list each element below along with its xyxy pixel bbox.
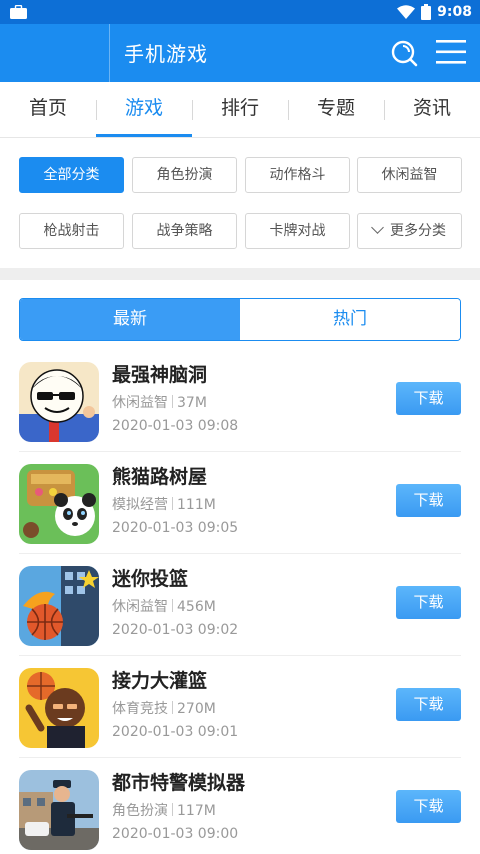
battery-icon <box>421 4 432 20</box>
game-name: 接力大灌篮 <box>112 670 208 692</box>
meta-separator <box>172 701 173 714</box>
search-icon[interactable] <box>390 39 418 67</box>
game-name: 最强神脑洞 <box>112 364 208 386</box>
app-header: 手机游戏 <box>0 24 480 82</box>
game-meta: 模拟经营 111M <box>112 494 216 514</box>
category-rpg[interactable]: 角色扮演 <box>132 157 237 193</box>
game-category: 体育竞技 <box>112 701 168 717</box>
tab-home[interactable]: 首页 <box>0 82 96 138</box>
game-size: 117M <box>177 803 216 819</box>
segment-latest[interactable]: 最新 <box>20 299 240 340</box>
tab-news[interactable]: 资讯 <box>384 82 480 138</box>
meta-separator <box>172 497 173 510</box>
game-meta: 休闲益智 37M <box>112 392 207 412</box>
download-button[interactable]: 下载 <box>396 688 461 721</box>
game-category: 模拟经营 <box>112 497 168 513</box>
game-meta: 休闲益智 456M <box>112 596 216 616</box>
category-more-label: 更多分类 <box>390 223 446 239</box>
category-all[interactable]: 全部分类 <box>19 157 124 193</box>
game-icon-dunk-player <box>19 668 99 748</box>
section-divider <box>0 268 480 280</box>
game-date: 2020-01-03 09:01 <box>112 724 239 740</box>
game-category: 休闲益智 <box>112 395 168 411</box>
game-list-item[interactable]: 都市特警模拟器 角色扮演 117M 2020-01-03 09:00 下载 <box>0 758 480 854</box>
game-icon-police-officer <box>19 770 99 850</box>
game-size: 456M <box>177 599 216 615</box>
download-button[interactable]: 下载 <box>396 790 461 823</box>
tab-ranking[interactable]: 排行 <box>192 82 288 138</box>
game-category: 休闲益智 <box>112 599 168 615</box>
download-button[interactable]: 下载 <box>396 382 461 415</box>
game-list-item[interactable]: 接力大灌篮 体育竞技 270M 2020-01-03 09:01 下载 <box>0 656 480 758</box>
game-size: 37M <box>177 395 207 411</box>
game-name: 迷你投篮 <box>112 568 189 590</box>
chevron-down-icon <box>371 221 384 234</box>
tab-games[interactable]: 游戏 <box>96 82 192 138</box>
game-date: 2020-01-03 09:08 <box>112 418 239 434</box>
briefcase-icon <box>10 5 27 19</box>
game-category: 角色扮演 <box>112 803 168 819</box>
status-bar: 9:08 <box>0 0 480 24</box>
download-button[interactable]: 下载 <box>396 484 461 517</box>
game-icon-panda <box>19 464 99 544</box>
meta-separator <box>172 803 173 816</box>
tab-topics[interactable]: 专题 <box>288 82 384 138</box>
sort-segmented-control: 最新 热门 <box>19 298 461 341</box>
segment-hot[interactable]: 热门 <box>240 299 460 340</box>
meta-separator <box>172 395 173 408</box>
category-puzzle[interactable]: 休闲益智 <box>357 157 462 193</box>
category-strategy[interactable]: 战争策略 <box>132 213 237 249</box>
game-date: 2020-01-03 09:02 <box>112 622 239 638</box>
game-date: 2020-01-03 09:00 <box>112 826 239 842</box>
active-tab-indicator <box>96 134 192 137</box>
game-name: 熊猫路树屋 <box>112 466 208 488</box>
wifi-icon <box>397 5 416 19</box>
category-more[interactable]: 更多分类 <box>357 213 462 249</box>
category-action[interactable]: 动作格斗 <box>245 157 350 193</box>
game-meta: 体育竞技 270M <box>112 698 216 718</box>
game-list-item[interactable]: 迷你投篮 休闲益智 456M 2020-01-03 09:02 下载 <box>0 554 480 656</box>
header-divider <box>109 24 110 82</box>
top-nav: 首页 游戏 排行 专题 资讯 <box>0 82 480 138</box>
game-meta: 角色扮演 117M <box>112 800 216 820</box>
game-icon-meme-face <box>19 362 99 442</box>
status-time: 9:08 <box>437 4 472 20</box>
game-size: 270M <box>177 701 216 717</box>
category-shooter[interactable]: 枪战射击 <box>19 213 124 249</box>
game-icon-basketball-fire <box>19 566 99 646</box>
menu-icon[interactable] <box>436 38 466 66</box>
meta-separator <box>172 599 173 612</box>
category-card[interactable]: 卡牌对战 <box>245 213 350 249</box>
page-title: 手机游戏 <box>124 42 208 66</box>
game-list-item[interactable]: 熊猫路树屋 模拟经营 111M 2020-01-03 09:05 下载 <box>0 452 480 554</box>
game-date: 2020-01-03 09:05 <box>112 520 239 536</box>
game-size: 111M <box>177 497 216 513</box>
download-button[interactable]: 下载 <box>396 586 461 619</box>
game-name: 都市特警模拟器 <box>112 772 246 794</box>
game-list-item[interactable]: 最强神脑洞 休闲益智 37M 2020-01-03 09:08 下载 <box>0 350 480 452</box>
